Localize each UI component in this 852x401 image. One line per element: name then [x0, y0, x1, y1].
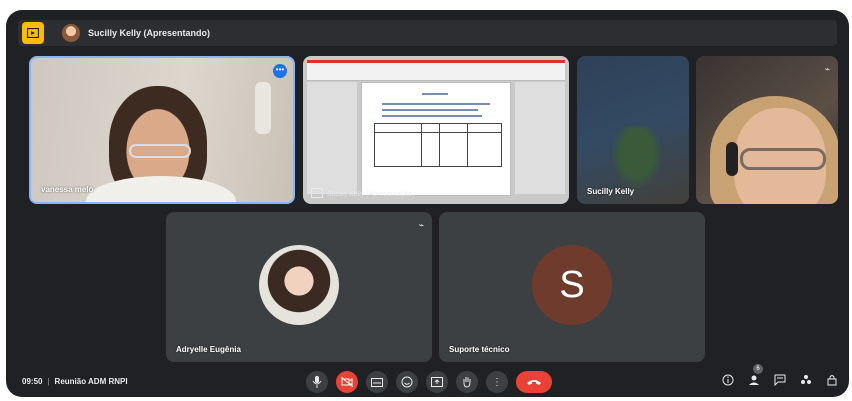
participant-name: Sucilly Kelly [587, 187, 635, 196]
present-screen-icon [311, 188, 323, 198]
presentation-topbar: Sucilly Kelly (Apresentando) [18, 20, 837, 46]
presenter-avatar [62, 24, 80, 42]
participant-tile-sucilly[interactable]: Sucilly Kelly [577, 56, 689, 204]
meet-window: Sucilly Kelly (Apresentando) ••• vanessa… [6, 10, 849, 397]
presenter-label: Sucilly Kelly (Apresentando) [88, 28, 211, 38]
document-page [361, 82, 511, 196]
activities-icon[interactable] [799, 374, 813, 388]
host-controls-icon[interactable] [825, 374, 839, 388]
emoji-icon[interactable] [396, 371, 418, 393]
end-call-icon[interactable] [516, 371, 552, 393]
call-controls: ⋮ [306, 371, 552, 393]
document-table [374, 123, 502, 167]
share-label: Sucilly Kelly (Apresentação) [327, 191, 415, 198]
meeting-name: Reunião ADM RNPI [54, 377, 128, 386]
chat-icon[interactable] [773, 374, 787, 388]
background-object [255, 82, 271, 134]
avatar: S [532, 245, 612, 325]
glasses [740, 148, 826, 170]
participant-name: Adryelle Eugênia [176, 345, 241, 354]
participant-video-sucilly[interactable]: ⌁ [696, 56, 838, 204]
document-toolbar [307, 60, 565, 81]
mic-icon[interactable] [306, 371, 328, 393]
document-pane [515, 82, 565, 194]
participant-tile-adryelle[interactable]: ⌁ Adryelle Eugênia [166, 212, 432, 362]
info-icon[interactable] [721, 374, 735, 388]
bottom-bar: 09:50 | Reunião ADM RNPI ⋮ 6 [6, 364, 849, 397]
camera-off-icon[interactable] [336, 371, 358, 393]
mic-off-icon: ⌁ [418, 220, 424, 230]
screen-share-tile[interactable]: Sucilly Kelly (Apresentação) [303, 56, 569, 204]
more-vert-icon[interactable]: ⋮ [486, 371, 508, 393]
captions-icon[interactable] [366, 371, 388, 393]
participant-tile-vanessa[interactable]: ••• vanessa melo [29, 56, 295, 204]
meeting-info: 09:50 | Reunião ADM RNPI [22, 377, 128, 386]
participant-name: vanessa melo [41, 185, 94, 194]
present-icon[interactable] [22, 22, 44, 44]
participants-count: 6 [753, 364, 763, 374]
raise-hand-icon[interactable] [456, 371, 478, 393]
headset [726, 142, 738, 176]
participant-name: Suporte técnico [449, 345, 510, 354]
document-sidebar [307, 82, 357, 194]
side-panel-icons: 6 [721, 364, 839, 388]
participant-tile-suporte[interactable]: S Suporte técnico [439, 212, 705, 362]
glasses [129, 144, 191, 158]
background-plant [607, 126, 667, 196]
people-icon[interactable]: 6 [747, 364, 763, 388]
participant-body [86, 176, 236, 202]
more-options-icon[interactable]: ••• [273, 64, 287, 78]
mic-off-icon: ⌁ [824, 64, 830, 74]
avatar [259, 245, 339, 325]
present-screen-icon[interactable] [426, 371, 448, 393]
clock: 09:50 [22, 377, 43, 386]
